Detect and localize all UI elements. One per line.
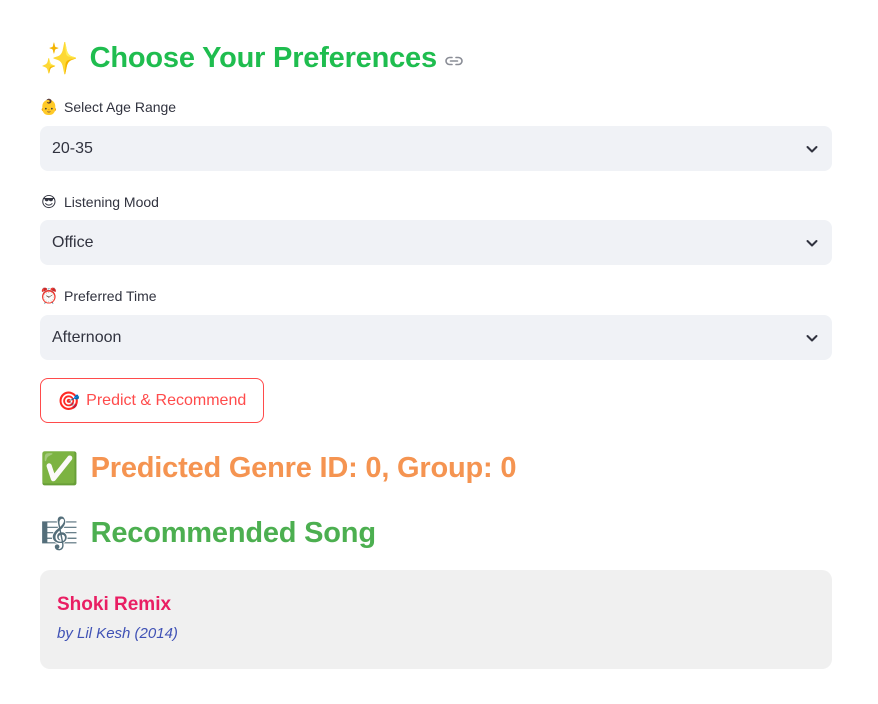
page-title: Choose Your Preferences xyxy=(89,41,437,74)
predict-recommend-button-label: Predict & Recommend xyxy=(86,391,247,409)
preferred-time-label-text: Preferred Time xyxy=(64,288,157,304)
age-range-label: 👶 Select Age Range xyxy=(40,97,176,117)
recommendation-heading: 🎼 Recommended Song xyxy=(40,513,376,553)
recommendation-heading-text: Recommended Song xyxy=(90,516,376,549)
predict-recommend-button[interactable]: 🎯 Predict & Recommend xyxy=(40,378,264,423)
preferred-time-label: ⏰ Preferred Time xyxy=(40,286,157,306)
listening-mood-select[interactable]: Office xyxy=(40,220,832,265)
song-title: Shoki Remix xyxy=(57,594,172,615)
preferred-time-value: Afternoon xyxy=(52,328,122,346)
age-range-value: 20-35 xyxy=(52,139,93,157)
alarm-clock-icon: ⏰ xyxy=(39,287,59,305)
prediction-heading: ✅ Predicted Genre ID: 0, Group: 0 xyxy=(40,448,516,488)
sunglasses-face-icon: 😎 xyxy=(41,193,57,211)
chevron-down-icon xyxy=(804,141,820,157)
chevron-down-icon xyxy=(804,235,820,251)
age-range-select[interactable]: 20-35 xyxy=(40,126,832,171)
page-header: ✨ Choose Your Preferences xyxy=(40,38,463,78)
age-range-label-text: Select Age Range xyxy=(64,99,177,115)
preferred-time-select[interactable]: Afternoon xyxy=(40,315,832,360)
musical-score-icon: 🎼 xyxy=(40,515,79,551)
listening-mood-label: 😎 Listening Mood xyxy=(40,192,159,212)
check-mark-icon: ✅ xyxy=(40,450,79,486)
listening-mood-value: Office xyxy=(52,233,94,251)
prediction-text: Predicted Genre ID: 0, Group: 0 xyxy=(90,451,517,484)
song-card: Shoki Remix by Lil Kesh (2014) xyxy=(40,570,832,669)
target-icon: 🎯 xyxy=(57,390,81,411)
sparkles-icon: ✨ xyxy=(40,40,79,76)
song-byline: by Lil Kesh (2014) xyxy=(57,625,178,642)
chevron-down-icon xyxy=(804,330,820,346)
baby-icon: 👶 xyxy=(39,98,59,116)
listening-mood-label-text: Listening Mood xyxy=(64,194,159,210)
link-icon[interactable] xyxy=(445,56,463,66)
